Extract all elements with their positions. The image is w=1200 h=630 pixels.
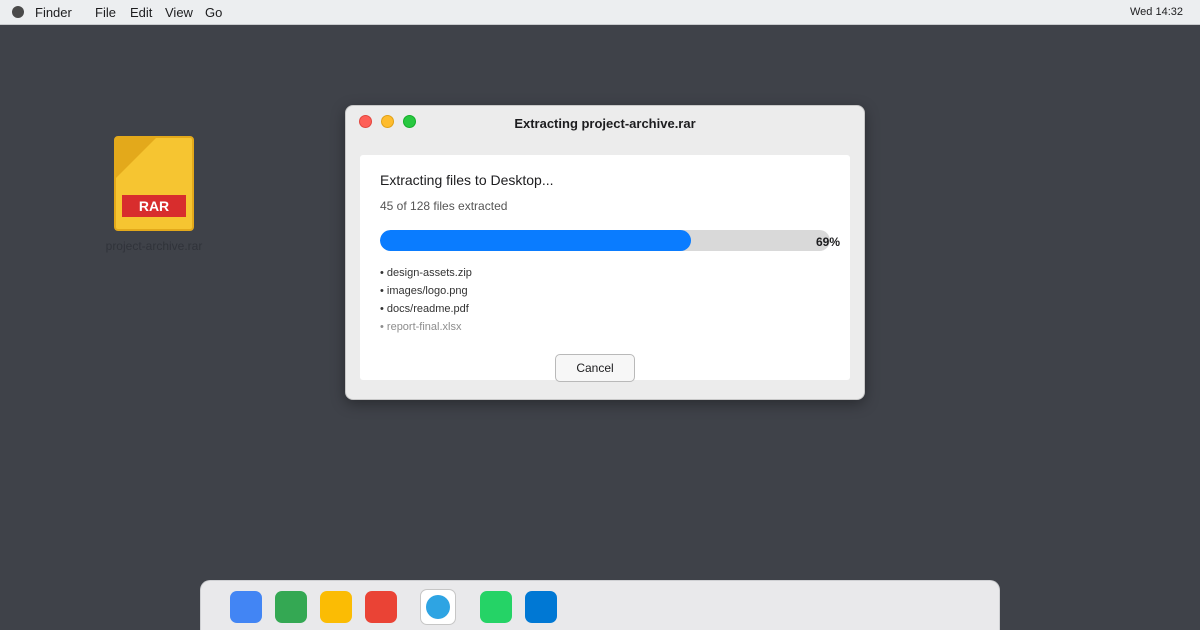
dock-app-blue[interactable] bbox=[230, 591, 262, 623]
progress-percent: 69% bbox=[815, 235, 840, 249]
dock-app-yellow[interactable] bbox=[320, 591, 352, 623]
progress-bar-fill bbox=[380, 230, 691, 251]
list-item: • docs/readme.pdf bbox=[380, 303, 469, 315]
dock-app-blue-2[interactable] bbox=[525, 591, 557, 623]
extraction-count: 45 of 128 files extracted bbox=[380, 199, 508, 213]
menu-bar: Finder File Edit View Go Wed 14:32 bbox=[0, 0, 1200, 25]
desktop-file-label: project-archive.rar bbox=[105, 239, 203, 253]
menu-bar-clock: Wed 14:32 bbox=[1129, 6, 1183, 18]
dialog-titlebar[interactable]: Extracting project-archive.rar bbox=[346, 106, 864, 138]
extraction-heading: Extracting files to Desktop... bbox=[380, 172, 554, 188]
list-item: • report-final.xlsx bbox=[380, 321, 462, 333]
desktop-file-rar[interactable]: RAR project-archive.rar bbox=[100, 136, 208, 256]
menu-app-finder[interactable]: Finder bbox=[35, 5, 72, 20]
dock-app-active[interactable] bbox=[420, 589, 456, 625]
list-item: • design-assets.zip bbox=[380, 267, 472, 279]
dialog-content: Extracting files to Desktop... 45 of 128… bbox=[360, 155, 850, 382]
menu-go[interactable]: Go bbox=[205, 5, 222, 20]
dialog-title: Extracting project-archive.rar bbox=[514, 116, 696, 131]
dock-app-green[interactable] bbox=[275, 591, 307, 623]
dock-app-green-2[interactable] bbox=[480, 591, 512, 623]
extraction-dialog: Extracting project-archive.rar Extractin… bbox=[345, 105, 865, 400]
list-item: • images/logo.png bbox=[380, 285, 468, 297]
menu-edit[interactable]: Edit bbox=[130, 5, 152, 20]
cancel-button[interactable]: Cancel bbox=[555, 354, 635, 382]
menu-file[interactable]: File bbox=[95, 5, 116, 20]
menu-view[interactable]: View bbox=[165, 5, 193, 20]
apple-menu-icon[interactable] bbox=[12, 6, 24, 18]
rar-badge: RAR bbox=[122, 195, 186, 217]
extracted-file-list: • design-assets.zip • images/logo.png • … bbox=[380, 264, 472, 336]
dock bbox=[200, 580, 1000, 630]
progress-bar bbox=[380, 230, 830, 251]
dock-app-red[interactable] bbox=[365, 591, 397, 623]
rar-file-icon: RAR bbox=[114, 136, 194, 231]
dock-app-active-icon bbox=[426, 595, 450, 619]
file-fold-corner bbox=[116, 138, 156, 178]
